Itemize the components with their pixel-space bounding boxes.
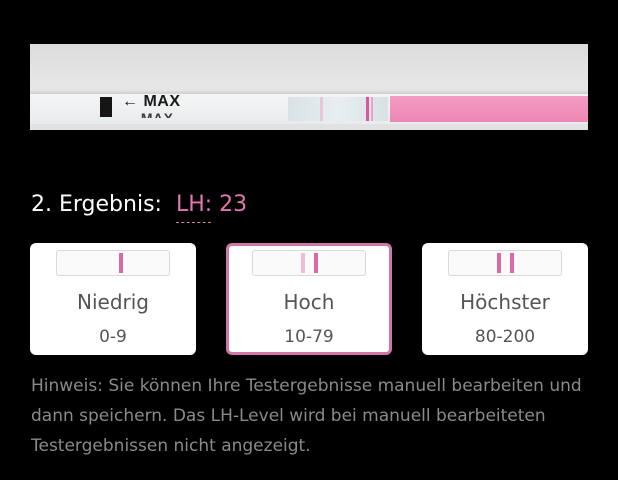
lh-underline bbox=[175, 222, 212, 223]
level-card-low[interactable]: Niedrig 0-9 bbox=[30, 243, 196, 355]
strip-test-line bbox=[320, 97, 323, 121]
level-label: Höchster bbox=[460, 290, 550, 314]
level-card-high[interactable]: Hoch 10-79 bbox=[226, 243, 392, 355]
level-range: 10-79 bbox=[284, 327, 334, 347]
strip-result-window bbox=[288, 97, 388, 121]
strip-preview-high bbox=[252, 250, 366, 276]
test-line bbox=[119, 253, 123, 273]
level-label: Niedrig bbox=[77, 290, 149, 314]
result-title: 2. Ergebnis: bbox=[31, 192, 162, 217]
hint-text: Hinweis: Sie können Ihre Testergebnisse … bbox=[31, 376, 582, 456]
level-range: 0-9 bbox=[99, 327, 127, 347]
test-line bbox=[497, 253, 501, 273]
strip-preview-highest bbox=[448, 250, 562, 276]
strip-max-label-reflection: ← MAX bbox=[122, 110, 174, 118]
result-heading: 2. Ergebnis: LH: 23 bbox=[31, 192, 247, 223]
strip-preview-low bbox=[56, 250, 170, 276]
strip-black-mark bbox=[100, 97, 112, 117]
control-line bbox=[314, 253, 318, 273]
control-line bbox=[510, 253, 514, 273]
lh-value[interactable]: LH: 23 bbox=[175, 192, 247, 223]
level-card-highest[interactable]: Höchster 80-200 bbox=[422, 243, 588, 355]
strip-control-line-shadow bbox=[371, 97, 373, 121]
strip-control-line bbox=[366, 97, 369, 121]
level-range: 80-200 bbox=[474, 327, 536, 347]
test-strip: ← MAX ← MAX bbox=[30, 93, 588, 124]
test-strip-photo: ← MAX ← MAX bbox=[30, 44, 588, 130]
strip-sample-pad bbox=[390, 96, 588, 122]
level-label: Hoch bbox=[283, 290, 335, 314]
test-line bbox=[301, 253, 305, 273]
strip-max-label: ← MAX bbox=[122, 93, 181, 110]
